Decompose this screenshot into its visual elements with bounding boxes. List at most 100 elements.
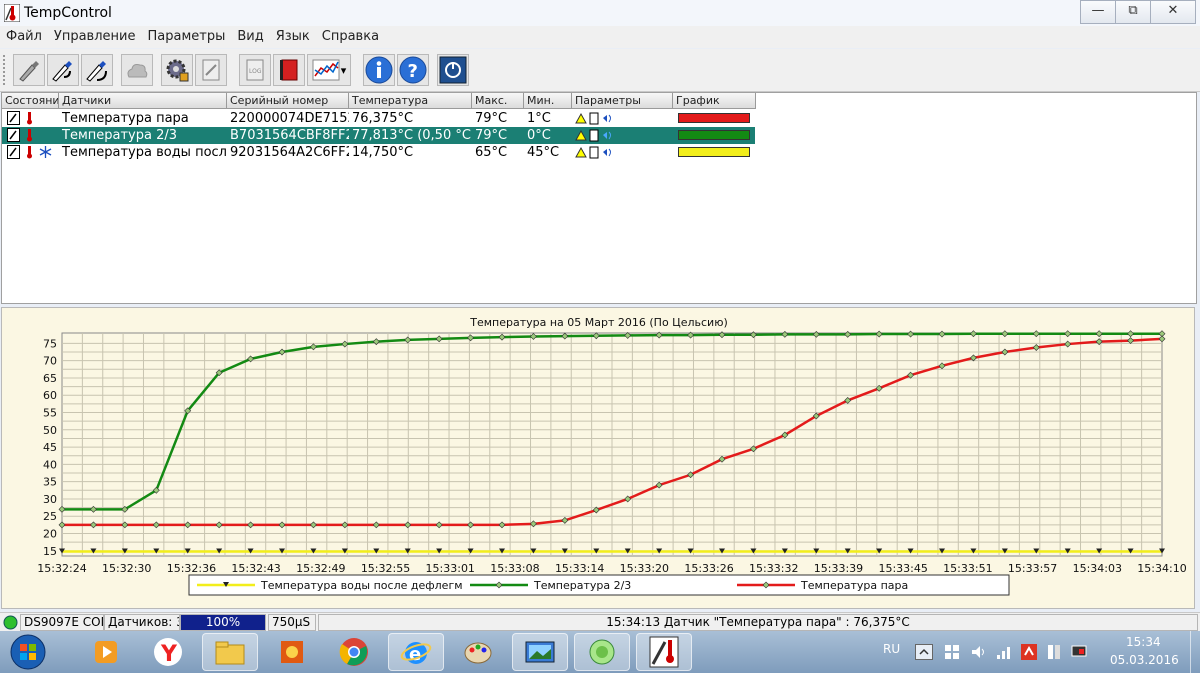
- paint-button[interactable]: [450, 633, 506, 671]
- sensor-min: 45°C: [527, 145, 560, 160]
- edit-button[interactable]: [195, 54, 227, 86]
- probe-icon: [19, 61, 39, 82]
- maximize-button[interactable]: ⧉: [1115, 0, 1151, 24]
- toolbar-grip[interactable]: [3, 55, 9, 85]
- menu-bar: Файл Управление Параметры Вид Язык Справка: [0, 26, 1200, 48]
- x-tick-label: 15:33:45: [878, 562, 927, 575]
- start-button[interactable]: [2, 633, 54, 671]
- log-button[interactable]: LOG: [239, 54, 271, 86]
- probe-connect-button[interactable]: [47, 54, 79, 86]
- thermometer-icon: [27, 112, 32, 125]
- probe-button[interactable]: [13, 54, 45, 86]
- chart-button[interactable]: ▾: [307, 54, 351, 86]
- y-tick-label: 55: [43, 407, 57, 420]
- progress-text: 100%: [205, 615, 241, 629]
- help-icon: ?: [399, 56, 427, 84]
- col-min[interactable]: Мин.: [524, 93, 572, 109]
- x-tick-label: 15:32:36: [167, 562, 216, 575]
- language-indicator[interactable]: RU: [883, 642, 900, 656]
- settings-button[interactable]: [161, 54, 193, 86]
- y-tick-label: 65: [43, 372, 57, 385]
- show-hidden-icons-button[interactable]: [915, 644, 933, 660]
- internet-explorer-button[interactable]: e: [388, 633, 444, 671]
- windows-flag-icon[interactable]: [943, 643, 961, 661]
- table-row[interactable]: Температура 2/3 B7031564CBF8FF28 77,813°…: [2, 127, 755, 144]
- display-icon[interactable]: [1070, 643, 1088, 661]
- menu-file[interactable]: Файл: [0, 26, 48, 44]
- office-button[interactable]: [264, 633, 320, 671]
- status-message: 15:34:13 Датчик "Температура пара" : 76,…: [318, 614, 1198, 631]
- alarm-params-icon: [575, 129, 611, 142]
- sensor-serial: 220000074DE71528: [230, 111, 349, 126]
- menu-help[interactable]: Справка: [316, 26, 385, 44]
- chrome-button[interactable]: [326, 633, 382, 671]
- help-button[interactable]: ?: [397, 54, 429, 86]
- taskbar: Y e RU 15:34 05.03.2016: [0, 631, 1200, 673]
- media-player-button[interactable]: [78, 633, 134, 671]
- sensor-name: Температура пара: [62, 111, 189, 126]
- globe-app-button[interactable]: [574, 633, 630, 671]
- menu-language[interactable]: Язык: [270, 26, 316, 44]
- col-serial[interactable]: Серийный номер: [227, 93, 349, 109]
- file-explorer-icon: [215, 641, 245, 665]
- col-state[interactable]: Состояние: [2, 93, 59, 109]
- journal-button[interactable]: [273, 54, 305, 86]
- minimize-button[interactable]: —: [1080, 0, 1116, 24]
- probe-state-icon: [7, 111, 20, 125]
- graph-color-swatch[interactable]: [678, 147, 750, 157]
- x-tick-label: 15:34:03: [1073, 562, 1122, 575]
- chart-icon: [312, 59, 340, 81]
- cloud-button[interactable]: [121, 54, 153, 86]
- col-temperature[interactable]: Температура: [349, 93, 472, 109]
- x-tick-label: 15:33:32: [749, 562, 798, 575]
- yandex-browser-icon: Y: [154, 638, 182, 667]
- title-bar: TempControl — ⧉ ✕: [0, 0, 1200, 27]
- y-tick-label: 35: [43, 476, 57, 489]
- yandex-browser-button[interactable]: Y: [140, 633, 196, 671]
- sensor-name: Температура воды после д: [62, 145, 227, 160]
- screen-capture-button[interactable]: [512, 633, 568, 671]
- show-desktop-button[interactable]: [1190, 631, 1200, 673]
- power-button[interactable]: [437, 54, 469, 86]
- gear-icon: [166, 59, 189, 82]
- probe-connect-icon: [52, 61, 72, 82]
- antivirus-icon[interactable]: [1020, 643, 1038, 661]
- windows-start-icon: [10, 634, 46, 670]
- clock-time[interactable]: 15:34: [1126, 635, 1161, 649]
- info-button[interactable]: [363, 54, 395, 86]
- table-row[interactable]: Температура воды после д 92031564A2C6FF2…: [2, 144, 755, 161]
- menu-control[interactable]: Управление: [48, 26, 142, 44]
- chart-panel: Температура на 05 Март 2016 (По Цельсию)…: [1, 307, 1195, 609]
- file-explorer-button[interactable]: [202, 633, 258, 671]
- thermometer-icon: [27, 146, 32, 159]
- sensor-temperature: 14,750°C: [352, 145, 414, 160]
- sensor-count: Датчиков: 3: [104, 614, 180, 631]
- table-row[interactable]: Температура пара 220000074DE71528 76,375…: [2, 110, 755, 127]
- col-graph[interactable]: График: [673, 93, 756, 109]
- col-sensors[interactable]: Датчики: [59, 93, 227, 109]
- chevron-down-icon[interactable]: ▾: [341, 64, 347, 77]
- x-tick-label: 15:33:08: [490, 562, 539, 575]
- chrome-icon: [339, 638, 368, 666]
- clock-date[interactable]: 05.03.2016: [1110, 653, 1179, 667]
- menu-parameters[interactable]: Параметры: [141, 26, 231, 44]
- legend-label: Температура пара: [800, 579, 908, 592]
- graph-color-swatch[interactable]: [678, 113, 750, 123]
- network-signal-icon[interactable]: [995, 643, 1013, 661]
- tempcontrol-taskbar-button[interactable]: [636, 633, 692, 671]
- usb-device-icon[interactable]: [1045, 643, 1063, 661]
- close-button[interactable]: ✕: [1150, 0, 1196, 24]
- col-max[interactable]: Макс.: [472, 93, 524, 109]
- graph-color-swatch[interactable]: [678, 130, 750, 140]
- x-tick-label: 15:33:26: [684, 562, 733, 575]
- alarm-params-icon: [575, 112, 611, 125]
- edit-icon: [202, 59, 220, 81]
- sensor-temperature: 77,813°C (0,50 °C): [352, 128, 472, 143]
- volume-icon[interactable]: [970, 643, 988, 661]
- toolbar: LOG ▾ ?: [0, 49, 1200, 92]
- probe-disconnect-button[interactable]: [81, 54, 113, 86]
- menu-view[interactable]: Вид: [231, 26, 269, 44]
- x-tick-label: 15:32:24: [37, 562, 86, 575]
- sensor-max: 79°C: [475, 128, 508, 143]
- col-parameters[interactable]: Параметры: [572, 93, 673, 109]
